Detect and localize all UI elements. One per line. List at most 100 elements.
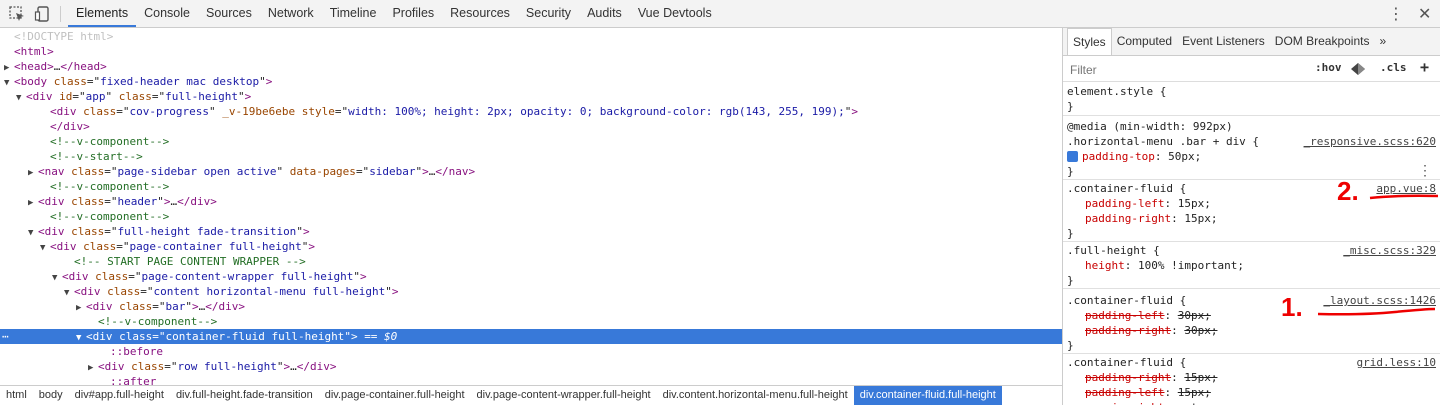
dom-tree[interactable]: <!DOCTYPE html> <html> ▶ <head>…</head> ▼ <bo…	[0, 28, 1062, 385]
sidebar-tab-dom-breakpoints[interactable]: DOM Breakpoints	[1270, 28, 1375, 55]
dom-node[interactable]: <div class="cov-progress" _v-19be6ebe st…	[0, 104, 1062, 119]
property-value[interactable]: 15px;	[1184, 371, 1217, 384]
dom-node[interactable]: ::after	[0, 374, 1062, 385]
dom-node[interactable]: ▶ <div class="row full-height">…</div>	[0, 359, 1062, 374]
dom-node[interactable]: ▼ <div class="full-height fade-transition…	[0, 224, 1062, 239]
breadcrumb-item[interactable]: div.page-content-wrapper.full-height	[471, 386, 657, 405]
dom-node[interactable]: <!--v-component-->	[0, 209, 1062, 224]
dom-node[interactable]: ▼ <div class="content horizontal-menu ful…	[0, 284, 1062, 299]
sidebar-tab-event-listeners[interactable]: Event Listeners	[1177, 28, 1270, 55]
property-name[interactable]: padding-left	[1085, 197, 1164, 210]
style-property[interactable]: padding-right: 15px;	[1063, 370, 1440, 385]
tab-profiles[interactable]: Profiles	[384, 0, 442, 27]
class-toggle-button[interactable]: .cls	[1380, 61, 1407, 74]
rule-source-link[interactable]: _responsive.scss:620	[1304, 134, 1436, 149]
style-property[interactable]: padding-top: 50px;	[1063, 149, 1440, 164]
dom-node[interactable]: <!DOCTYPE html>	[0, 29, 1062, 44]
property-name[interactable]: padding-left	[1085, 309, 1164, 322]
dom-node[interactable]: ▼ <div class="page-content-wrapper full-h…	[0, 269, 1062, 284]
property-value[interactable]: 15px;	[1178, 197, 1211, 210]
property-value[interactable]: 15px;	[1184, 212, 1217, 225]
breadcrumb-item[interactable]: body	[33, 386, 69, 405]
rule-close: }	[1067, 274, 1074, 287]
style-property[interactable]: margin-right: auto;	[1063, 400, 1440, 405]
dom-node[interactable]: ▶ <nav class="page-sidebar open active" d…	[0, 164, 1062, 179]
rule-selector[interactable]: .horizontal-menu .bar + div {	[1067, 135, 1259, 148]
dom-node[interactable]: <!--v-component-->	[0, 179, 1062, 194]
dom-node[interactable]: <!--v-component-->	[0, 314, 1062, 329]
property-checkbox[interactable]	[1067, 150, 1078, 162]
dom-node[interactable]: ▶ <head>…</head>	[0, 59, 1062, 74]
dom-node-selected[interactable]: ⋯ ▼ <div class="container-fluid full-heigh…	[0, 329, 1062, 344]
property-name[interactable]: padding-right	[1085, 212, 1171, 225]
dom-node[interactable]: ▶ <div class="header">…</div>	[0, 194, 1062, 209]
property-value[interactable]: 100% !important;	[1138, 259, 1244, 272]
style-property[interactable]: padding-right: 30px;	[1063, 323, 1440, 338]
rule-close: }	[1067, 227, 1074, 240]
property-name[interactable]: padding-right	[1085, 324, 1171, 337]
filter-input[interactable]	[1068, 61, 1272, 78]
dom-node[interactable]: ▶ <div class="bar">…</div>	[0, 299, 1062, 314]
property-value[interactable]: 30px;	[1184, 324, 1217, 337]
rule-menu-icon[interactable]: ⋮	[1418, 164, 1432, 179]
sidebar-tab-styles[interactable]: Styles	[1067, 28, 1112, 55]
annotation-underline-one	[1317, 307, 1436, 316]
dom-node[interactable]: ▼ <div class="page-container full-height"…	[0, 239, 1062, 254]
tab-timeline[interactable]: Timeline	[322, 0, 385, 27]
dom-node[interactable]: </div>	[0, 119, 1062, 134]
hover-state-button[interactable]: :hov	[1315, 61, 1342, 74]
dom-node[interactable]: <!--v-component-->	[0, 134, 1062, 149]
breadcrumb-item[interactable]: div.page-container.full-height	[319, 386, 471, 405]
tab-sources[interactable]: Sources	[198, 0, 260, 27]
style-rule: .full-height { _misc.scss:329 height: 100%…	[1063, 240, 1440, 289]
property-name[interactable]: padding-right	[1085, 371, 1171, 384]
property-value[interactable]: auto;	[1178, 401, 1211, 405]
style-property[interactable]: padding-left: 15px;	[1063, 385, 1440, 400]
rule-source-link[interactable]: grid.less:10	[1357, 355, 1436, 370]
rendering-icon[interactable]	[1351, 63, 1365, 75]
property-value[interactable]: 50px;	[1168, 150, 1201, 163]
element-style-rule: element.style { }	[1063, 82, 1440, 116]
node-menu-icon[interactable]: ⋯	[2, 329, 9, 344]
rule-selector[interactable]: .container-fluid {	[1067, 182, 1186, 195]
breadcrumb-item[interactable]: html	[0, 386, 33, 405]
property-name[interactable]: margin-right	[1085, 401, 1164, 405]
style-property[interactable]: height: 100% !important;	[1063, 258, 1440, 273]
annotation-one: 1.	[1281, 292, 1303, 322]
tab-security[interactable]: Security	[518, 0, 579, 27]
breadcrumb-item[interactable]: div.container-fluid.full-height	[853, 386, 1002, 405]
sidebar-tab-more[interactable]: »	[1374, 28, 1391, 55]
breadcrumb-item[interactable]: div.content.horizontal-menu.full-height	[657, 386, 854, 405]
property-value[interactable]: 15px;	[1178, 386, 1211, 399]
style-property[interactable]: padding-right: 15px;	[1063, 211, 1440, 226]
dom-node[interactable]: ▼ <body class="fixed-header mac desktop">	[0, 74, 1062, 89]
new-rule-button[interactable]: +	[1420, 58, 1429, 76]
rule-close: }	[1067, 165, 1074, 178]
inspect-element-icon[interactable]	[8, 5, 26, 23]
dom-node[interactable]: ::before	[0, 344, 1062, 359]
breadcrumb-item[interactable]: div#app.full-height	[69, 386, 170, 405]
property-name[interactable]: padding-top	[1082, 150, 1155, 163]
tab-elements[interactable]: Elements	[68, 0, 137, 27]
breadcrumb-item[interactable]: div.full-height.fade-transition	[170, 386, 319, 405]
tab-audits[interactable]: Audits	[579, 0, 630, 27]
dom-node[interactable]: <html>	[0, 44, 1062, 59]
device-mode-icon[interactable]	[34, 5, 52, 23]
sidebar-tab-computed[interactable]: Computed	[1112, 28, 1177, 55]
tab-vue-devtools[interactable]: Vue Devtools	[630, 0, 720, 27]
close-icon[interactable]: ✕	[1418, 4, 1431, 23]
property-name[interactable]: padding-left	[1085, 386, 1164, 399]
property-name[interactable]: height	[1085, 259, 1125, 272]
rule-source-link[interactable]: _misc.scss:329	[1343, 243, 1436, 258]
rule-selector[interactable]: .container-fluid {	[1067, 294, 1186, 307]
more-options-icon[interactable]: ⋮	[1388, 4, 1404, 23]
dom-node[interactable]: <!--v-start-->	[0, 149, 1062, 164]
tab-network[interactable]: Network	[260, 0, 322, 27]
dom-node[interactable]: <!-- START PAGE CONTENT WRAPPER -->	[0, 254, 1062, 269]
tab-console[interactable]: Console	[136, 0, 198, 27]
property-value[interactable]: 30px;	[1178, 309, 1211, 322]
dom-node[interactable]: ▼ <div id="app" class="full-height">	[0, 89, 1062, 104]
rule-selector[interactable]: .container-fluid {	[1067, 356, 1186, 369]
rule-selector[interactable]: .full-height {	[1067, 244, 1160, 257]
tab-resources[interactable]: Resources	[442, 0, 518, 27]
